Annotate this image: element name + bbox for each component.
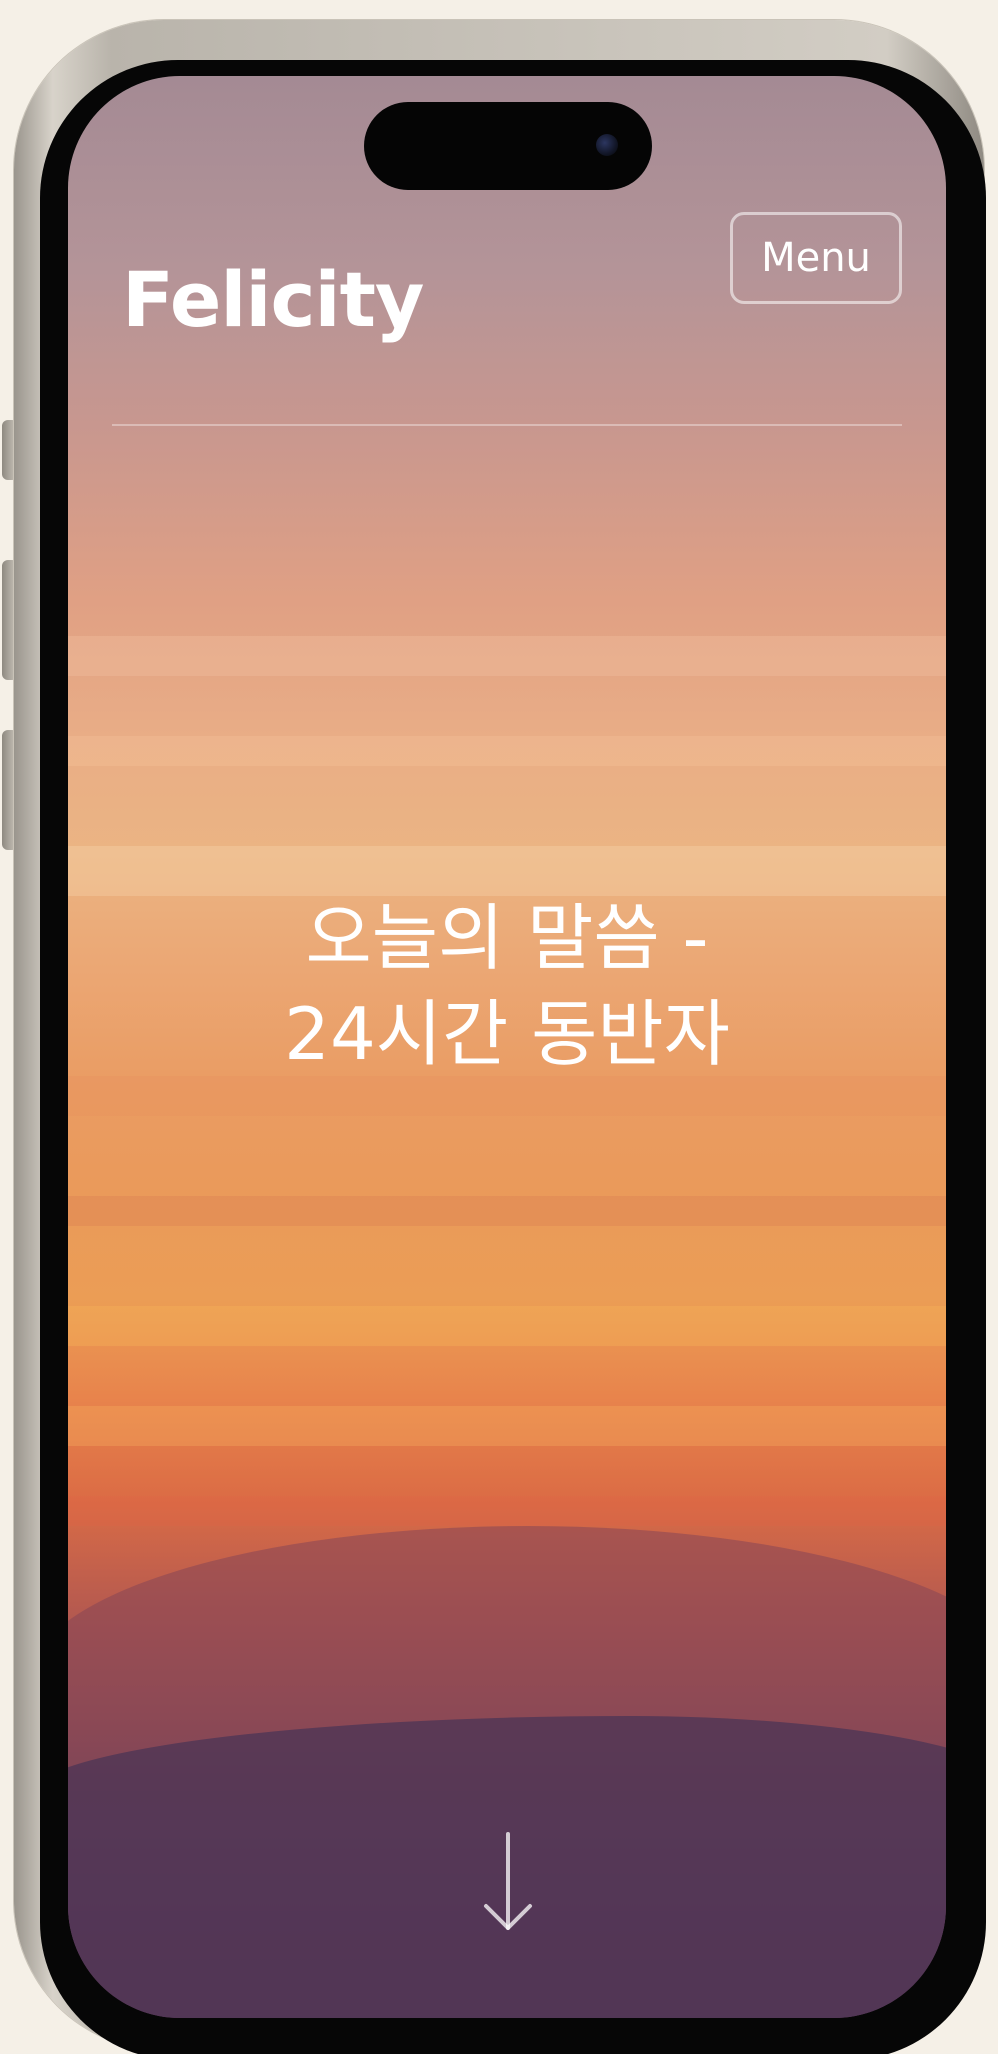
cloud-band: [68, 846, 946, 896]
hero-title: 오늘의 말씀 - 24시간 동반자: [68, 890, 946, 1082]
arrow-down-icon[interactable]: [478, 1830, 538, 1940]
front-camera-icon: [596, 134, 618, 156]
page: Felicity Menu 오늘의 말씀 - 24시간 동반자: [0, 0, 998, 2054]
hero-title-line-2: 24시간 동반자: [284, 992, 730, 1076]
cloud-band: [68, 1196, 946, 1226]
menu-button[interactable]: Menu: [730, 212, 902, 304]
cloud-band: [68, 636, 946, 676]
cloud-band: [68, 736, 946, 766]
menu-button-label: Menu: [761, 235, 871, 281]
cloud-band: [68, 1306, 946, 1346]
site-logo[interactable]: Felicity: [122, 262, 424, 338]
dynamic-island: [364, 102, 652, 190]
cloud-band: [68, 1076, 946, 1116]
header-divider: [112, 424, 902, 426]
hero-title-line-1: 오늘의 말씀 -: [305, 896, 709, 980]
cloud-band: [68, 1406, 946, 1446]
cloud-band: [68, 1496, 946, 1526]
